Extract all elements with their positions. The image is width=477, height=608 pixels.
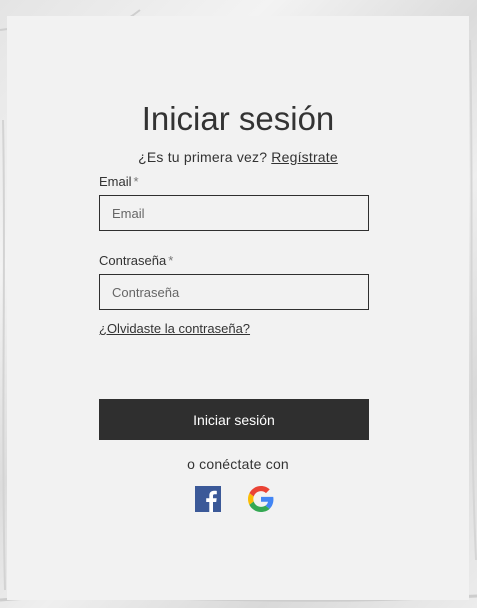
login-button[interactable]: Iniciar sesión xyxy=(99,399,369,440)
login-card: Iniciar sesión ¿Es tu primera vez? Regís… xyxy=(7,16,469,600)
email-label-text: Email xyxy=(99,174,132,189)
email-label: Email * xyxy=(99,174,139,189)
google-icon xyxy=(248,486,274,512)
email-required-mark: * xyxy=(133,174,139,189)
page-title: Iniciar sesión xyxy=(141,100,335,137)
signup-prompt-text: ¿Es tu primera vez? xyxy=(138,149,268,165)
google-login-button[interactable] xyxy=(248,486,274,512)
facebook-icon xyxy=(195,486,221,512)
email-field[interactable] xyxy=(99,195,369,231)
social-connect-text: o conéctate con xyxy=(187,456,289,472)
password-label-text: Contraseña xyxy=(99,253,167,268)
password-field[interactable] xyxy=(99,274,369,310)
facebook-login-button[interactable] xyxy=(195,486,221,512)
forgot-password-link[interactable]: ¿Olvidaste la contraseña? xyxy=(99,321,250,336)
password-label: Contraseña * xyxy=(99,253,173,268)
signup-link[interactable]: Regístrate xyxy=(271,149,338,165)
password-required-mark: * xyxy=(168,253,174,268)
signup-prompt: ¿Es tu primera vez? Regístrate xyxy=(7,149,469,165)
